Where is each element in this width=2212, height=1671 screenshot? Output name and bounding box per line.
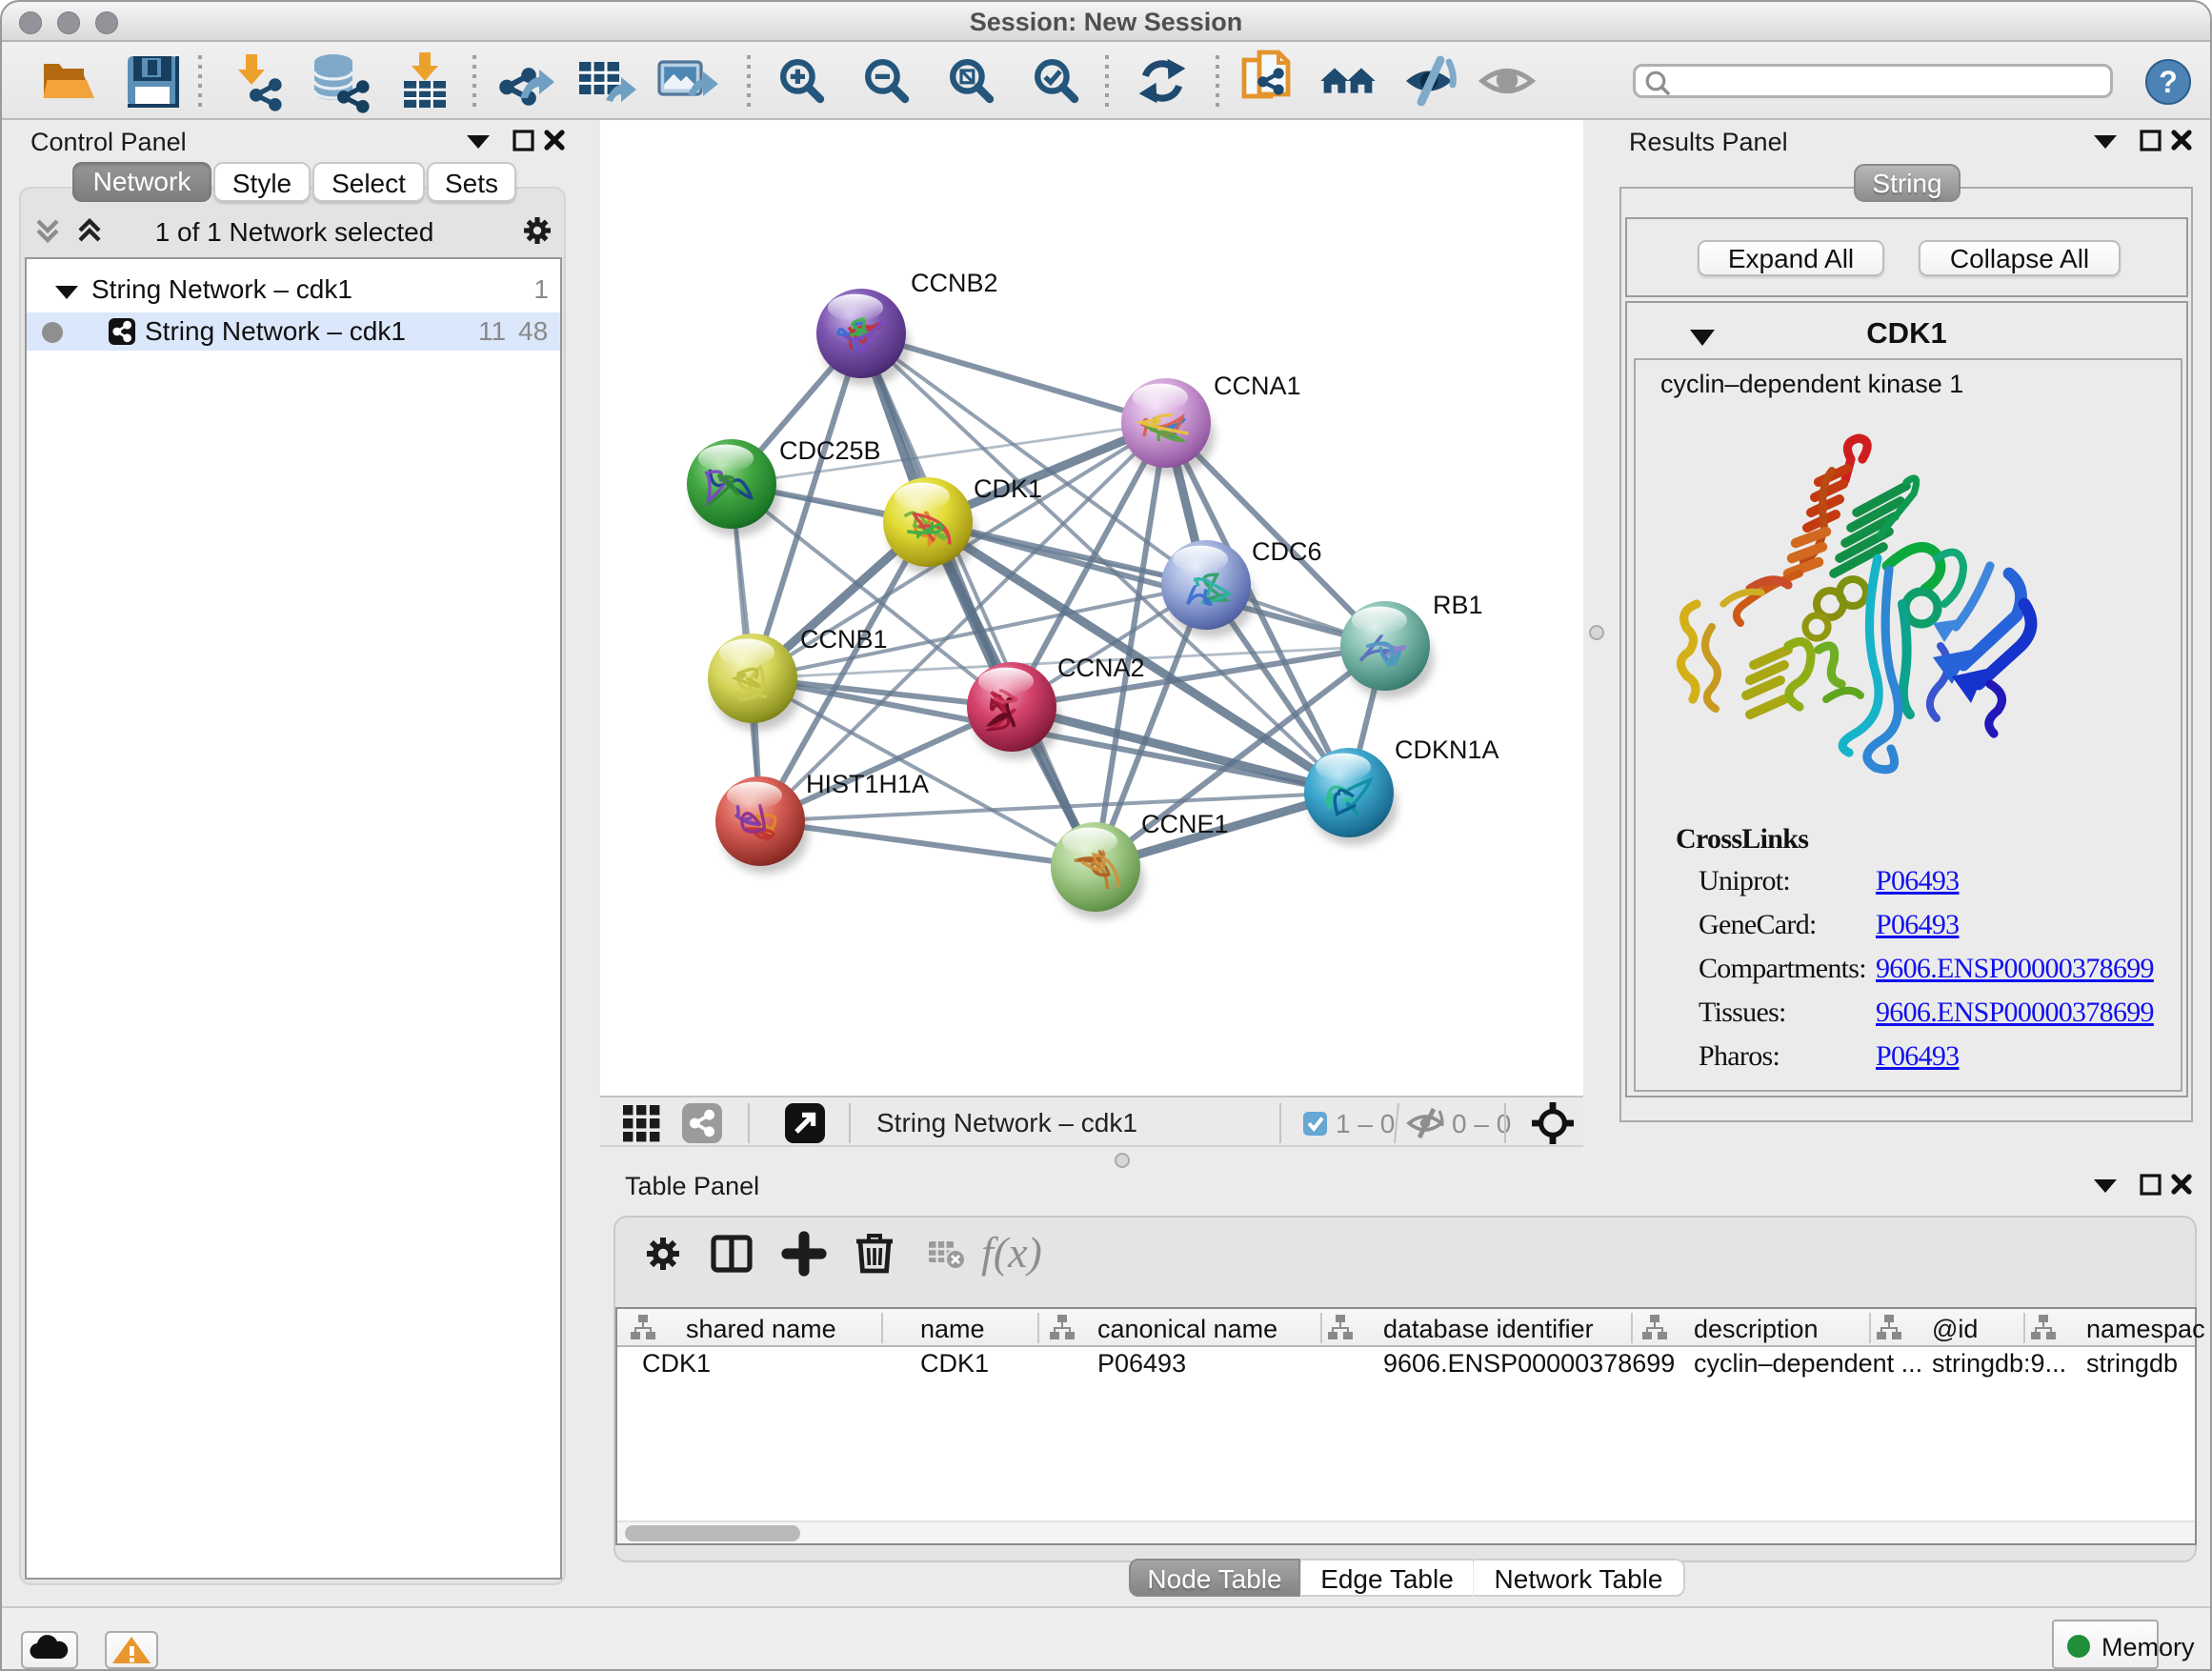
svg-text:HIST1H1A: HIST1H1A: [806, 770, 929, 798]
svg-text:CCNA1: CCNA1: [1214, 372, 1301, 400]
svg-text:String Network – cdk1: String Network – cdk1: [876, 1108, 1137, 1137]
svg-text:CCNB1: CCNB1: [800, 625, 888, 654]
svg-text:1 – 0: 1 – 0: [1336, 1109, 1395, 1138]
svg-text:CCNE1: CCNE1: [1141, 810, 1229, 838]
svg-text:CCNA2: CCNA2: [1057, 654, 1145, 682]
svg-text:0 – 0: 0 – 0: [1452, 1109, 1511, 1138]
svg-text:?: ?: [2159, 65, 2178, 99]
svg-text:RB1: RB1: [1433, 591, 1483, 619]
svg-text:CDC6: CDC6: [1252, 537, 1322, 566]
svg-text:CDK1: CDK1: [974, 474, 1042, 503]
svg-text:CDKN1A: CDKN1A: [1395, 735, 1499, 764]
svg-text:CCNB2: CCNB2: [911, 269, 998, 297]
svg-text:CDC25B: CDC25B: [779, 436, 881, 465]
